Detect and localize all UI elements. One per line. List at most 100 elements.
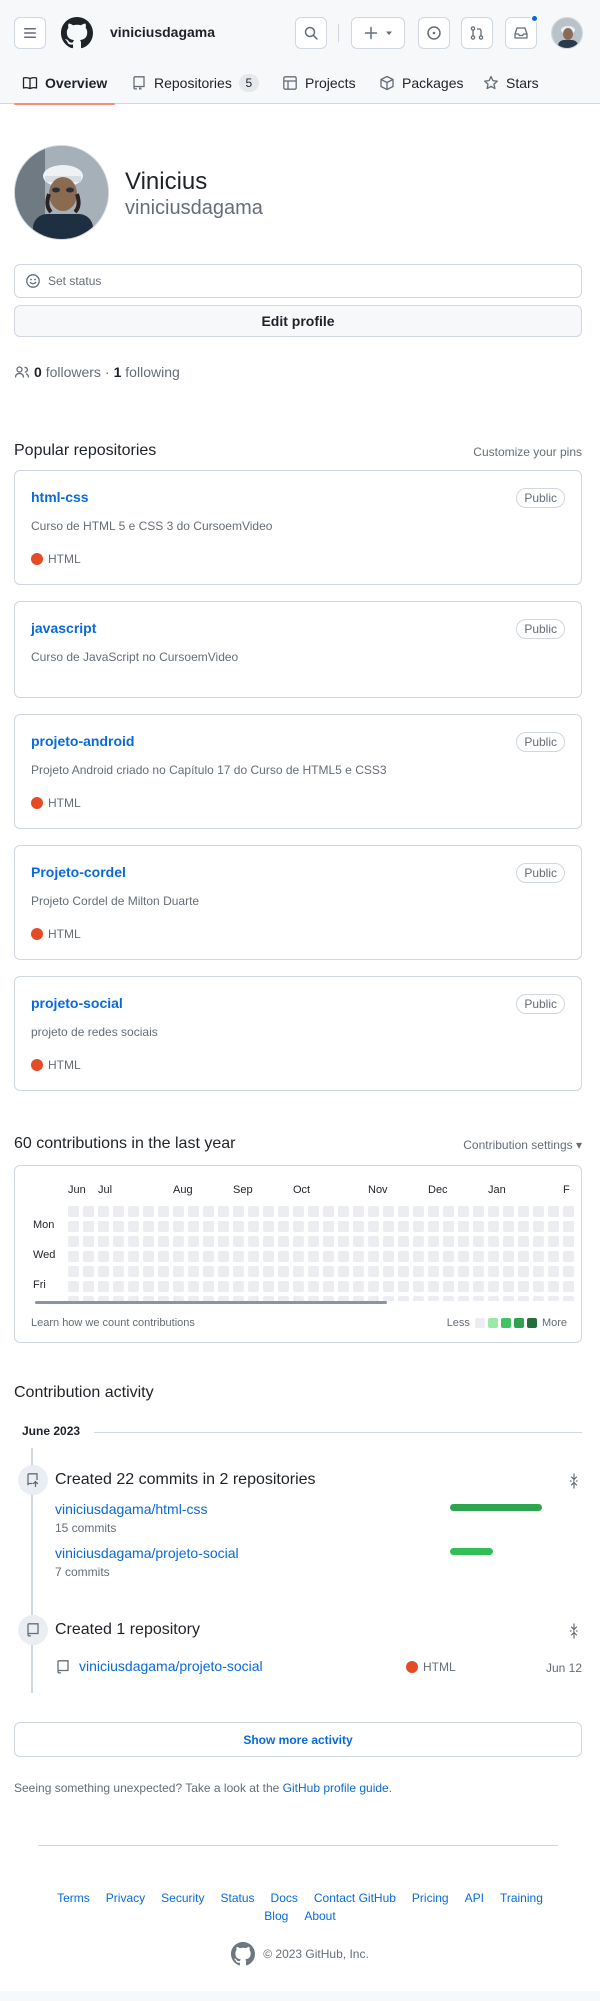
contribution-day-cell[interactable] [308,1281,319,1292]
contribution-day-cell[interactable] [398,1236,409,1247]
contribution-day-cell[interactable] [488,1206,499,1217]
repo-name-link[interactable]: javascript [31,620,96,636]
contribution-day-cell[interactable] [338,1251,349,1262]
contribution-day-cell[interactable] [398,1221,409,1232]
contribution-day-cell[interactable] [488,1251,499,1262]
created-repo-link[interactable]: viniciusdagama/projeto-social [79,1658,263,1674]
contribution-day-cell[interactable] [548,1236,559,1247]
contribution-day-cell[interactable] [533,1221,544,1232]
contribution-day-cell[interactable] [68,1236,79,1247]
following-link[interactable]: 1 following [114,364,180,380]
contribution-day-cell[interactable] [143,1221,154,1232]
show-more-activity-button[interactable]: Show more activity [14,1722,582,1757]
contribution-day-cell[interactable] [323,1281,334,1292]
contribution-day-cell[interactable] [383,1221,394,1232]
contribution-day-cell[interactable] [533,1206,544,1217]
contribution-day-cell[interactable] [203,1236,214,1247]
customize-pins-link[interactable]: Customize your pins [473,445,582,459]
contribution-day-cell[interactable] [368,1221,379,1232]
contribution-day-cell[interactable] [338,1266,349,1277]
contribution-day-cell[interactable] [278,1206,289,1217]
contribution-day-cell[interactable] [518,1221,529,1232]
contribution-day-cell[interactable] [128,1266,139,1277]
commit-count-link[interactable]: 7 commits [55,1565,110,1579]
contribution-day-cell[interactable] [248,1281,259,1292]
contribution-day-cell[interactable] [203,1251,214,1262]
contribution-day-cell[interactable] [443,1266,454,1277]
contribution-day-cell[interactable] [158,1281,169,1292]
contribution-day-cell[interactable] [503,1221,514,1232]
contribution-day-cell[interactable] [518,1266,529,1277]
contribution-day-cell[interactable] [173,1281,184,1292]
contribution-day-cell[interactable] [548,1251,559,1262]
contribution-day-cell[interactable] [203,1221,214,1232]
contribution-day-cell[interactable] [218,1266,229,1277]
contribution-day-cell[interactable] [128,1251,139,1262]
tab-repositories[interactable]: Repositories 5 [131,62,259,104]
contribution-day-cell[interactable] [458,1296,469,1301]
contribution-day-cell[interactable] [353,1206,364,1217]
contribution-day-cell[interactable] [113,1236,124,1247]
contribution-day-cell[interactable] [128,1221,139,1232]
contribution-day-cell[interactable] [503,1206,514,1217]
contribution-day-cell[interactable] [128,1281,139,1292]
contribution-day-cell[interactable] [368,1206,379,1217]
contribution-day-cell[interactable] [263,1206,274,1217]
contribution-day-cell[interactable] [83,1251,94,1262]
contribution-day-cell[interactable] [188,1206,199,1217]
contribution-day-cell[interactable] [293,1251,304,1262]
contribution-day-cell[interactable] [458,1281,469,1292]
search-button[interactable] [295,17,327,49]
contribution-day-cell[interactable] [473,1266,484,1277]
contribution-day-cell[interactable] [503,1266,514,1277]
contribution-day-cell[interactable] [533,1281,544,1292]
contribution-day-cell[interactable] [143,1206,154,1217]
contribution-day-cell[interactable] [398,1251,409,1262]
commit-repo-link[interactable]: viniciusdagama/html-css [55,1501,208,1517]
contribution-day-cell[interactable] [263,1281,274,1292]
contribution-day-cell[interactable] [458,1251,469,1262]
contribution-day-cell[interactable] [143,1266,154,1277]
contribution-day-cell[interactable] [563,1251,574,1262]
contribution-day-cell[interactable] [278,1221,289,1232]
contribution-day-cell[interactable] [98,1236,109,1247]
contribution-day-cell[interactable] [293,1221,304,1232]
profile-avatar[interactable] [14,145,109,240]
contribution-day-cell[interactable] [293,1236,304,1247]
contribution-day-cell[interactable] [158,1221,169,1232]
contribution-day-cell[interactable] [98,1221,109,1232]
contribution-day-cell[interactable] [443,1251,454,1262]
footer-link-blog[interactable]: Blog [264,1909,288,1923]
contribution-day-cell[interactable] [353,1251,364,1262]
contribution-day-cell[interactable] [233,1221,244,1232]
contribution-day-cell[interactable] [263,1236,274,1247]
contribution-day-cell[interactable] [503,1251,514,1262]
contribution-day-cell[interactable] [353,1281,364,1292]
contribution-day-cell[interactable] [248,1221,259,1232]
contribution-day-cell[interactable] [68,1266,79,1277]
contribution-day-cell[interactable] [383,1236,394,1247]
contribution-day-cell[interactable] [443,1206,454,1217]
tab-stars[interactable]: Stars [483,62,539,104]
contribution-day-cell[interactable] [563,1206,574,1217]
contribution-day-cell[interactable] [98,1251,109,1262]
footer-link-status[interactable]: Status [221,1891,255,1905]
contribution-day-cell[interactable] [383,1251,394,1262]
contribution-day-cell[interactable] [158,1251,169,1262]
contribution-day-cell[interactable] [473,1296,484,1301]
contribution-day-cell[interactable] [488,1221,499,1232]
contribution-day-cell[interactable] [323,1236,334,1247]
contribution-day-cell[interactable] [428,1236,439,1247]
contribution-day-cell[interactable] [173,1236,184,1247]
contribution-settings-button[interactable]: Contribution settings ▾ [463,1138,582,1152]
contribution-day-cell[interactable] [293,1206,304,1217]
contribution-day-cell[interactable] [308,1266,319,1277]
contribution-day-cell[interactable] [428,1206,439,1217]
contribution-day-cell[interactable] [293,1281,304,1292]
contribution-day-cell[interactable] [518,1296,529,1301]
contribution-day-cell[interactable] [278,1251,289,1262]
contribution-day-cell[interactable] [563,1281,574,1292]
contribution-day-cell[interactable] [203,1206,214,1217]
contribution-day-cell[interactable] [383,1266,394,1277]
contribution-day-cell[interactable] [518,1281,529,1292]
